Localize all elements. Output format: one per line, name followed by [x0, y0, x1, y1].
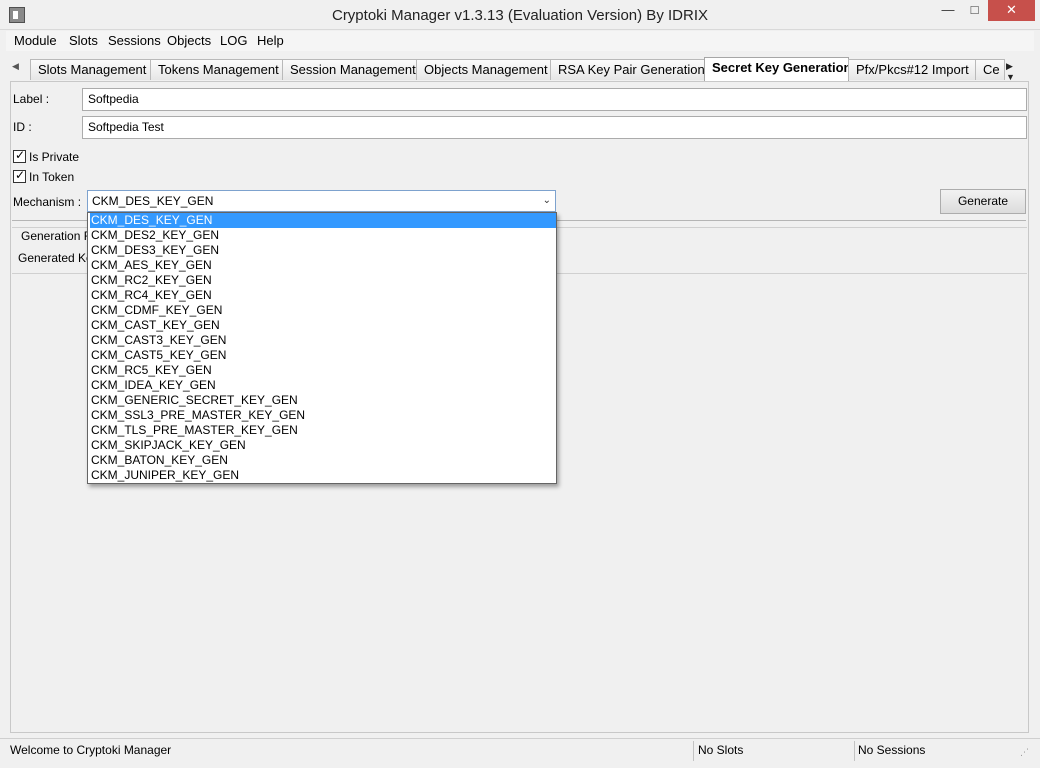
tab-objects-management[interactable]: Objects Management	[416, 59, 551, 80]
status-bar: Welcome to Cryptoki Manager No Slots No …	[0, 738, 1040, 768]
id-caption: ID :	[13, 120, 32, 134]
mechanism-option[interactable]: CKM_RC2_KEY_GEN	[90, 273, 556, 288]
mechanism-option[interactable]: CKM_RC5_KEY_GEN	[90, 363, 556, 378]
mechanism-option[interactable]: CKM_RC4_KEY_GEN	[90, 288, 556, 303]
status-slots: No Slots	[698, 743, 744, 757]
minimize-button[interactable]: —	[935, 0, 961, 21]
mechanism-option[interactable]: CKM_AES_KEY_GEN	[90, 258, 556, 273]
maximize-button[interactable]: □	[961, 0, 988, 21]
generation-result-label: Generation R	[21, 229, 93, 243]
tab-rsa-key-pair-generation[interactable]: RSA Key Pair Generation	[550, 59, 705, 80]
status-divider	[854, 741, 855, 761]
menu-bar: Module Slots Sessions Objects LOG Help	[6, 31, 1034, 51]
check-mark-icon: ✓	[15, 168, 26, 182]
chevron-down-icon[interactable]: ⌄	[543, 191, 551, 211]
menu-module[interactable]: Module	[14, 33, 57, 48]
mechanism-selected-value: CKM_DES_KEY_GEN	[92, 194, 214, 208]
menu-objects[interactable]: Objects	[167, 33, 211, 48]
mechanism-option[interactable]: CKM_CDMF_KEY_GEN	[90, 303, 556, 318]
mechanism-option[interactable]: CKM_IDEA_KEY_GEN	[90, 378, 556, 393]
mechanism-option[interactable]: CKM_DES2_KEY_GEN	[90, 228, 556, 243]
tab-scroll-left-icon[interactable]: ◀	[12, 61, 19, 72]
tab-session-management[interactable]: Session Management	[282, 59, 417, 80]
tab-secret-key-generation[interactable]: Secret Key Generation	[704, 57, 849, 81]
mechanism-option[interactable]: CKM_DES_KEY_GEN	[90, 213, 556, 228]
title-bar: Cryptoki Manager v1.3.13 (Evaluation Ver…	[0, 0, 1040, 30]
mechanism-option[interactable]: CKM_CAST3_KEY_GEN	[90, 333, 556, 348]
status-sessions: No Sessions	[858, 743, 926, 757]
mechanism-option[interactable]: CKM_SKIPJACK_KEY_GEN	[90, 438, 556, 453]
mechanism-option[interactable]: CKM_CAST_KEY_GEN	[90, 318, 556, 333]
tab-pfx-pkcs12-import[interactable]: Pfx/Pkcs#12 Import	[848, 59, 976, 80]
generate-button[interactable]: Generate	[940, 189, 1026, 214]
tab-tokens-management[interactable]: Tokens Management	[150, 59, 283, 80]
label-caption: Label :	[13, 92, 50, 106]
check-mark-icon: ✓	[15, 148, 26, 162]
mechanism-option[interactable]: CKM_TLS_PRE_MASTER_KEY_GEN	[90, 423, 556, 438]
mechanism-select[interactable]: CKM_DES_KEY_GEN ⌄	[87, 190, 556, 212]
menu-log[interactable]: LOG	[220, 33, 247, 48]
tab-strip: ◀ Slots Management Tokens Management Ses…	[10, 57, 1029, 82]
label-input[interactable]: Softpedia	[82, 88, 1027, 111]
menu-sessions[interactable]: Sessions	[108, 33, 161, 48]
in-token-label: In Token	[29, 170, 75, 184]
mechanism-option[interactable]: CKM_BATON_KEY_GEN	[90, 453, 556, 468]
mechanism-option[interactable]: CKM_SSL3_PRE_MASTER_KEY_GEN	[90, 408, 556, 423]
tab-slots-management[interactable]: Slots Management	[30, 59, 151, 80]
window-title: Cryptoki Manager v1.3.13 (Evaluation Ver…	[331, 7, 708, 24]
mechanism-option[interactable]: CKM_JUNIPER_KEY_GEN	[90, 468, 556, 483]
tab-ce-truncated[interactable]: Ce	[975, 59, 1005, 80]
is-private-label: Is Private	[29, 150, 80, 164]
mechanism-option[interactable]: CKM_DES3_KEY_GEN	[90, 243, 556, 258]
resize-grip-icon[interactable]: ⋰	[1020, 747, 1032, 759]
menu-help[interactable]: Help	[257, 33, 284, 48]
mechanism-dropdown-list: CKM_DES_KEY_GEN CKM_DES2_KEY_GEN CKM_DES…	[87, 212, 557, 484]
in-token-checkbox[interactable]: ✓	[13, 168, 26, 183]
generated-key-label: Generated Ke	[18, 251, 93, 265]
mechanism-option[interactable]: CKM_GENERIC_SECRET_KEY_GEN	[90, 393, 556, 408]
id-input[interactable]: Softpedia Test	[82, 116, 1027, 139]
is-private-checkbox[interactable]: ✓	[13, 148, 26, 163]
status-message: Welcome to Cryptoki Manager	[10, 743, 172, 757]
menu-slots[interactable]: Slots	[69, 33, 98, 48]
status-divider	[693, 741, 694, 761]
close-button[interactable]: ✕	[988, 0, 1035, 21]
tab-scroll-arrows-icon[interactable]: ▶ ▼	[1006, 61, 1029, 82]
mechanism-option[interactable]: CKM_CAST5_KEY_GEN	[90, 348, 556, 363]
mechanism-caption: Mechanism :	[13, 195, 82, 209]
